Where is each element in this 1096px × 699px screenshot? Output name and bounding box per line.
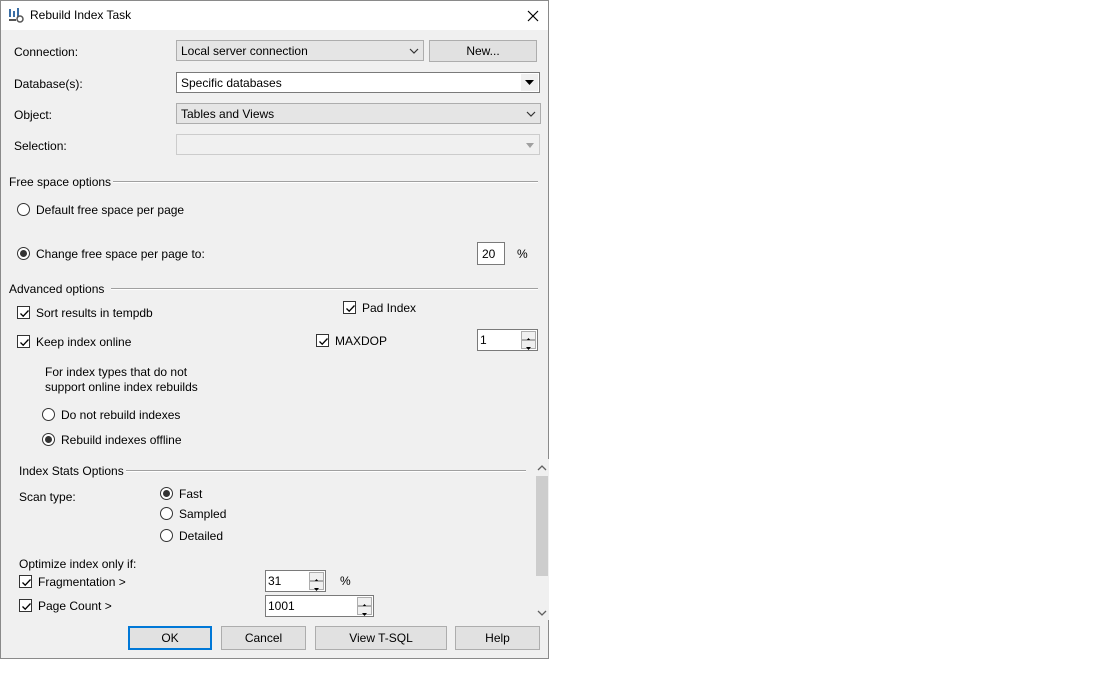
object-label: Object: <box>14 108 53 122</box>
scan-detailed-radio[interactable] <box>160 529 173 542</box>
online-note-line1: For index types that do not <box>45 365 188 379</box>
free-space-value: 20 <box>482 247 496 261</box>
keep-index-online-checkbox[interactable] <box>17 335 30 348</box>
optimize-index-label: Optimize index only if: <box>19 557 137 571</box>
index-stats-divider <box>126 470 526 472</box>
scroll-up-button[interactable] <box>536 462 548 476</box>
checkmark-icon <box>22 603 31 611</box>
chevron-up-icon <box>537 465 547 471</box>
fragmentation-label: Fragmentation > <box>38 575 126 589</box>
fragmentation-increment-button[interactable] <box>309 572 324 582</box>
checkmark-icon <box>20 339 29 347</box>
page-count-spin-buttons <box>357 597 372 616</box>
new-connection-button[interactable]: New... <box>429 40 537 62</box>
do-not-rebuild-label: Do not rebuild indexes <box>61 408 181 422</box>
maxdop-decrement-button[interactable] <box>521 340 536 350</box>
checkmark-icon <box>319 338 328 346</box>
advanced-options-divider <box>111 288 538 290</box>
connection-value: Local server connection <box>181 44 308 58</box>
pad-index-label: Pad Index <box>362 301 417 315</box>
scrollbar-thumb[interactable] <box>536 476 548 576</box>
maxdop-increment-button[interactable] <box>521 331 536 341</box>
page-count-value: 1001 <box>268 599 295 613</box>
object-dropdown[interactable]: Tables and Views <box>176 103 541 124</box>
free-space-percent-unit: % <box>517 247 528 261</box>
selection-label: Selection: <box>14 139 67 153</box>
databases-dropdown[interactable]: Specific databases <box>176 72 540 93</box>
maxdop-stepper[interactable]: 1 <box>477 329 538 351</box>
databases-label: Database(s): <box>14 77 83 91</box>
keep-index-online-label: Keep index online <box>36 335 132 349</box>
page-count-increment-button[interactable] <box>357 597 372 607</box>
page-count-stepper[interactable]: 1001 <box>265 595 374 617</box>
online-note-line2: support online index rebuilds <box>45 380 198 394</box>
checkmark-icon <box>20 310 29 318</box>
triangle-down-icon <box>362 613 367 616</box>
chevron-down-icon <box>526 111 536 117</box>
maxdop-value: 1 <box>480 333 487 347</box>
ok-button[interactable]: OK <box>128 626 212 650</box>
fragmentation-spin-buttons <box>309 572 324 591</box>
scan-type-label: Scan type: <box>19 490 76 504</box>
close-icon <box>527 10 539 21</box>
triangle-down-icon <box>526 143 534 148</box>
chevron-down-icon <box>537 610 547 616</box>
maxdop-checkbox[interactable] <box>316 334 329 347</box>
sort-tempdb-checkbox[interactable] <box>17 306 30 319</box>
rebuild-offline-radio[interactable] <box>42 433 55 446</box>
free-space-options-title: Free space options <box>9 175 112 189</box>
scan-detailed-label: Detailed <box>179 529 224 543</box>
pad-index-checkbox[interactable] <box>343 301 356 314</box>
free-space-percent-input[interactable]: 20 <box>477 242 505 265</box>
change-free-space-label: Change free space per page to: <box>36 247 205 261</box>
triangle-down-icon <box>314 588 319 591</box>
maxdop-label: MAXDOP <box>335 334 388 348</box>
cancel-label: Cancel <box>244 631 283 645</box>
scan-fast-radio[interactable] <box>160 487 173 500</box>
fragmentation-value: 31 <box>268 574 282 588</box>
sort-tempdb-label: Sort results in tempdb <box>36 306 153 320</box>
rebuild-offline-label: Rebuild indexes offline <box>61 433 182 447</box>
index-stats-options-title: Index Stats Options <box>19 464 124 478</box>
checkmark-icon <box>22 579 31 587</box>
object-value: Tables and Views <box>181 107 275 121</box>
connection-label: Connection: <box>14 45 79 59</box>
help-button[interactable]: Help <box>455 626 540 650</box>
maxdop-spin-buttons <box>521 331 536 350</box>
scan-fast-label: Fast <box>179 487 203 501</box>
fragmentation-checkbox[interactable] <box>19 575 32 588</box>
view-tsql-button[interactable]: View T-SQL <box>315 626 447 650</box>
cancel-button[interactable]: Cancel <box>221 626 306 650</box>
new-button-label: New... <box>466 44 500 58</box>
advanced-options-title: Advanced options <box>9 282 105 296</box>
scroll-down-button[interactable] <box>536 607 548 621</box>
fragmentation-stepper[interactable]: 31 <box>265 570 326 592</box>
help-label: Help <box>485 631 510 645</box>
maintenance-task-icon <box>8 7 24 23</box>
triangle-down-icon <box>526 347 531 350</box>
do-not-rebuild-radio[interactable] <box>42 408 55 421</box>
page-count-decrement-button[interactable] <box>357 606 372 616</box>
view-tsql-label: View T-SQL <box>349 631 413 645</box>
fragmentation-percent-unit: % <box>340 574 351 588</box>
scan-sampled-radio[interactable] <box>160 507 173 520</box>
fragmentation-decrement-button[interactable] <box>309 581 324 591</box>
triangle-down-icon <box>525 80 534 85</box>
default-free-space-radio[interactable] <box>17 203 30 216</box>
databases-value: Specific databases <box>181 76 282 90</box>
ok-label: OK <box>161 631 179 645</box>
scan-sampled-label: Sampled <box>179 507 227 521</box>
default-free-space-label: Default free space per page <box>36 203 185 217</box>
window-title: Rebuild Index Task <box>30 8 132 22</box>
free-space-divider <box>113 181 538 183</box>
close-button[interactable] <box>518 1 548 30</box>
page-count-label: Page Count > <box>38 599 112 613</box>
databases-drop-button[interactable] <box>520 74 538 91</box>
page-count-checkbox[interactable] <box>19 599 32 612</box>
chevron-down-icon <box>409 48 419 54</box>
connection-dropdown[interactable]: Local server connection <box>176 40 424 61</box>
change-free-space-radio[interactable] <box>17 247 30 260</box>
checkmark-icon <box>346 305 355 313</box>
selection-dropdown <box>176 134 540 155</box>
